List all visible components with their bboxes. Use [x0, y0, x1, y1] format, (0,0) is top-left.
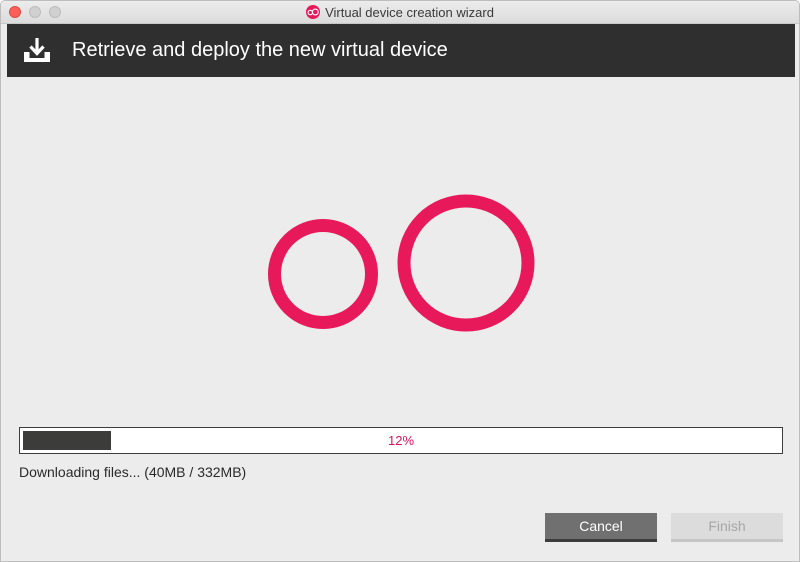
download-progress-bar: 12%: [19, 427, 783, 454]
download-tray-icon: [24, 38, 50, 62]
progress-percent: 12%: [387, 433, 415, 448]
title-bar[interactable]: Virtual device creation wizard: [1, 1, 799, 24]
wizard-window: Virtual device creation wizard Retrieve …: [0, 0, 800, 562]
wizard-header: Retrieve and deploy the new virtual devi…: [7, 24, 795, 77]
genymotion-logo: [268, 194, 535, 332]
page-title: Retrieve and deploy the new virtual devi…: [72, 39, 448, 61]
window-title: Virtual device creation wizard: [325, 4, 494, 20]
window-title-group: Virtual device creation wizard: [1, 1, 799, 23]
finish-button[interactable]: Finish: [671, 513, 783, 542]
cancel-button[interactable]: Cancel: [545, 513, 657, 542]
download-status: Downloading files... (40MB / 332MB): [19, 464, 247, 480]
app-logo-icon: [306, 5, 321, 19]
